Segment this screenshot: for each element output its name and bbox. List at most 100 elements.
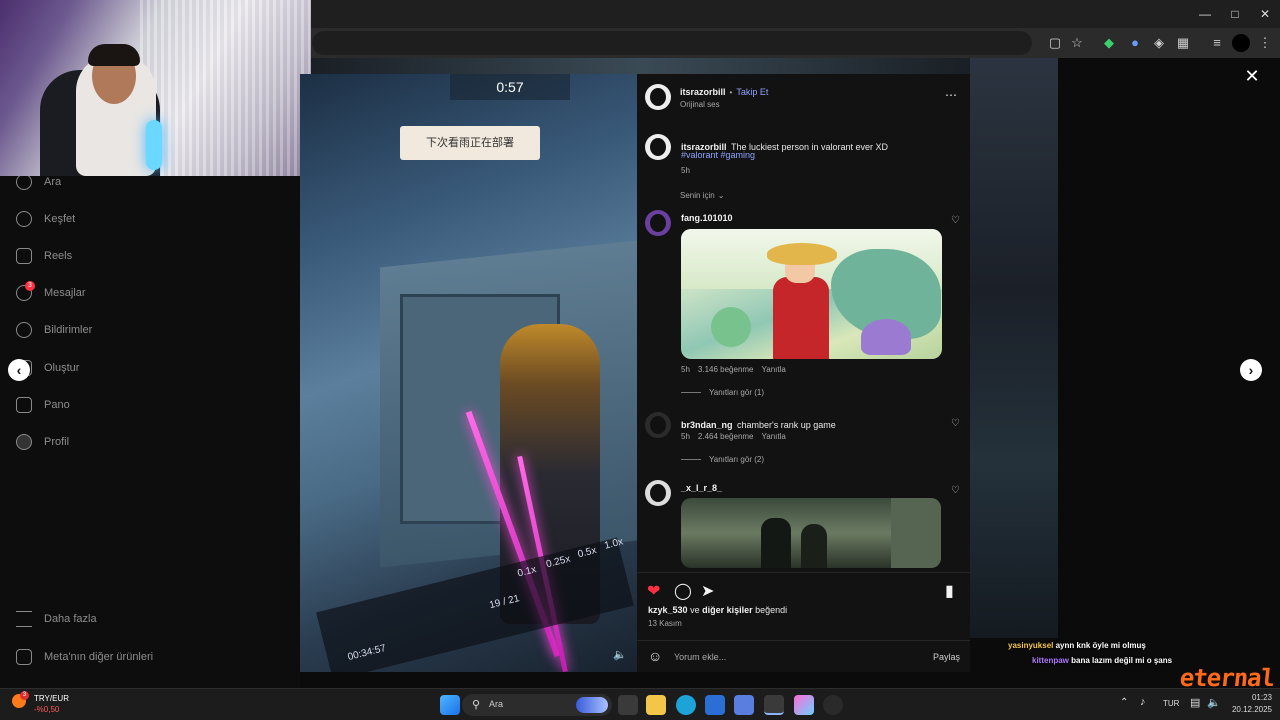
chat-text: bana lazım değil mi o şans	[1071, 656, 1173, 665]
media-controls-icon[interactable]: ≡	[1208, 34, 1226, 52]
sidebar-item-explore[interactable]: Keşfet	[16, 208, 75, 230]
search-icon: ⚲	[472, 699, 481, 711]
task-view-icon[interactable]	[618, 695, 638, 715]
comment-avatar[interactable]	[645, 210, 671, 236]
sidebar-item-reels[interactable]: Reels	[16, 245, 72, 267]
sidebar-item-messages[interactable]: 3 Mesajlar	[16, 281, 86, 304]
copilot-icon[interactable]	[794, 695, 814, 715]
app-icon[interactable]	[823, 695, 843, 715]
address-bar[interactable]	[312, 31, 1032, 55]
edge-icon[interactable]	[676, 695, 696, 715]
comment-image[interactable]	[681, 498, 941, 568]
post-date: 13 Kasım	[648, 619, 682, 628]
minimize-button[interactable]: —	[1190, 4, 1220, 24]
like-heart-icon[interactable]: ❤	[647, 581, 660, 601]
comment-body: br3ndan_ng chamber's rank up game	[681, 415, 836, 433]
reel-video[interactable]: 0:57 下次看雨正在部署 00:34:57 19 / 21 0.1x 0.25…	[300, 74, 637, 672]
taskbar-search[interactable]: ⚲ Ara	[462, 694, 612, 716]
speed-label: 0.5x	[576, 545, 598, 561]
sidebar-item-profile[interactable]: Profil	[16, 431, 69, 453]
follow-button[interactable]: Takip Et	[736, 87, 768, 97]
sidebar-more-button[interactable]: Daha fazla	[16, 608, 97, 630]
comment-like-icon[interactable]: ♡	[951, 418, 960, 429]
liked-by-user[interactable]: kzyk_530	[648, 605, 688, 615]
language-indicator[interactable]: TUR	[1163, 699, 1179, 708]
diamond-extension-icon[interactable]: ◈	[1150, 34, 1168, 52]
tray-chevron-icon[interactable]: ⌃	[1120, 697, 1128, 708]
share-send-icon[interactable]: ➤	[701, 581, 714, 601]
bookmark-star-icon[interactable]: ☆	[1068, 34, 1086, 52]
comment-avatar[interactable]	[645, 480, 671, 506]
maximize-button[interactable]: □	[1220, 4, 1250, 24]
comment-image[interactable]	[681, 229, 942, 359]
reply-button[interactable]: Yanıtla	[762, 432, 786, 441]
sidebar-item-label: Ara	[44, 176, 62, 188]
taskbar-search-label: Ara	[489, 699, 504, 709]
comment-filter-dropdown[interactable]: Senin için ⌄	[680, 191, 724, 200]
comment-username[interactable]: fang.101010	[681, 213, 733, 223]
comment-username[interactable]: _x_l_r_8_	[681, 483, 722, 493]
clock-date[interactable]: 20.12.2025	[1228, 705, 1272, 714]
replay-timeline: 00:34:57 19 / 21 0.1x 0.25x 0.5x 1.0x	[316, 536, 634, 672]
sidebar-item-dashboard[interactable]: Pano	[16, 394, 70, 416]
view-replies-label: Yanıtları gör (2)	[709, 455, 764, 464]
volume-icon[interactable]: 🔈	[613, 648, 627, 662]
grid-icon	[16, 649, 32, 665]
comment-bubble-icon[interactable]: ◯	[674, 581, 692, 601]
comment-like-icon[interactable]: ♡	[951, 485, 960, 496]
view-replies-button[interactable]: Yanıtları gör (1)	[681, 388, 764, 397]
author-username[interactable]: itsrazorbill	[680, 87, 726, 97]
chat-message: yasinyuksel aynn knk öyle mi olmuş	[1008, 641, 1146, 650]
clock-time[interactable]: 01:23	[1228, 693, 1272, 702]
store-icon[interactable]	[705, 695, 725, 715]
cast-icon[interactable]: ▢	[1046, 34, 1064, 52]
sidebar-meta-label: Meta'nın diğer ürünleri	[44, 651, 154, 663]
profile-avatar-icon[interactable]	[1232, 34, 1250, 52]
caption-hashtags[interactable]: #valorant #gaming	[681, 150, 755, 160]
sidebar-item-label: Reels	[44, 250, 73, 262]
previous-post-button[interactable]: ‹	[8, 359, 30, 381]
outlook-icon[interactable]	[734, 695, 754, 715]
emoji-icon[interactable]: ☺	[648, 648, 662, 664]
windows-taskbar: 3 TRY/EUR -%0,50 ⚲ Ara ⌃ ♪ TUR ▤ 🔈 01:23…	[0, 688, 1280, 720]
instagram-sidebar: Ara Keşfet Reels 3 Mesajlar Bildirimler …	[0, 174, 300, 688]
browser-menu-icon[interactable]: ⋮	[1256, 34, 1274, 52]
more-options-icon[interactable]: ⋯	[945, 88, 957, 102]
comment-likes[interactable]: 2.464 beğenme	[698, 432, 754, 441]
game-sign: 下次看雨正在部署	[400, 126, 540, 160]
comment-avatar[interactable]	[645, 412, 671, 438]
reply-button[interactable]: Yanıtla	[762, 365, 786, 374]
sidebar-meta-button[interactable]: Meta'nın diğer ürünleri	[16, 646, 153, 668]
file-explorer-icon[interactable]	[646, 695, 666, 715]
comment-input[interactable]: Yorum ekle...	[674, 652, 726, 662]
background-reel-strip	[311, 58, 970, 74]
shield-extension-icon[interactable]: ◆	[1100, 34, 1118, 52]
view-replies-button[interactable]: Yanıtları gör (2)	[681, 455, 764, 464]
share-button[interactable]: Paylaş	[933, 652, 960, 662]
volume-tray-icon[interactable]: 🔈	[1207, 696, 1221, 709]
audio-label[interactable]: Orijinal ses	[680, 100, 720, 109]
window-close-button[interactable]: ✕	[1250, 4, 1280, 24]
timeline-pages: 19 / 21	[488, 593, 521, 612]
compass-icon	[16, 211, 32, 227]
extension-badge-icon[interactable]: ●	[1126, 34, 1144, 52]
puzzle-extensions-icon[interactable]: ▦	[1174, 34, 1192, 52]
comment-like-icon[interactable]: ♡	[951, 215, 960, 226]
comment-likes[interactable]: 3.146 beğenme	[698, 365, 754, 374]
network-icon[interactable]: ▤	[1190, 696, 1200, 709]
comment-input-row: ☺ Yorum ekle... Paylaş	[637, 640, 970, 672]
caption-avatar[interactable]	[645, 134, 671, 160]
close-icon[interactable]: ✕	[1243, 67, 1261, 85]
ticker-label[interactable]: TRY/EUR	[34, 694, 69, 703]
microphone-icon[interactable]: ♪	[1140, 696, 1146, 708]
comment-time: 5h	[681, 432, 690, 441]
next-post-button[interactable]: ›	[1240, 359, 1262, 381]
chrome-icon[interactable]	[764, 695, 784, 715]
sidebar-item-notifications[interactable]: Bildirimler	[16, 319, 92, 341]
comment-username[interactable]: br3ndan_ng	[681, 420, 733, 430]
timeline-time: 00:34:57	[346, 642, 388, 664]
liked-by-others[interactable]: diğer kişiler	[702, 605, 753, 615]
author-avatar[interactable]	[645, 84, 671, 110]
save-bookmark-icon[interactable]: ▮	[945, 581, 954, 601]
start-menu-icon[interactable]	[440, 695, 460, 715]
